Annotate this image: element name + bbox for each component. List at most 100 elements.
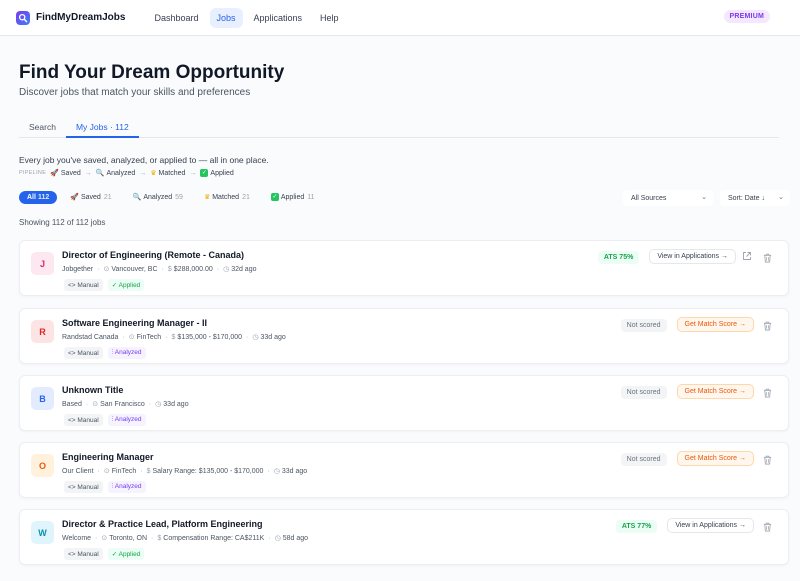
job-title[interactable]: Unknown Title <box>62 385 123 395</box>
premium-badge[interactable]: PREMIUM <box>723 10 770 23</box>
ats-score-badge: ATS 75% <box>597 251 640 264</box>
meta-separator: · <box>95 534 98 542</box>
meta-separator: · <box>161 265 164 273</box>
job-tags: <> Manual ⫶ Analyzed <box>64 347 151 359</box>
get-match-score-button[interactable]: Get Match Score → <box>676 317 754 332</box>
meta-value: FinTech <box>111 467 137 475</box>
job-card[interactable]: J Director of Engineering (Remote - Canad… <box>19 240 789 296</box>
meta-separator: · <box>268 534 271 542</box>
job-title[interactable]: Engineering Manager <box>62 452 154 462</box>
pipeline-step-analyzed: Analyzed <box>106 169 136 177</box>
pipeline-step-matched: Matched <box>158 169 186 177</box>
trash-icon[interactable] <box>763 455 772 465</box>
filter-matched[interactable]: ♛ Matched 21 <box>196 190 258 204</box>
job-title[interactable]: Director & Practice Lead, Platform Engin… <box>62 519 263 529</box>
my-jobs-description: Every job you've saved, analyzed, or app… <box>19 155 269 165</box>
location-icon: ⊙ <box>101 535 108 542</box>
clock-icon: ◷ <box>274 535 281 542</box>
location-icon: ⊙ <box>103 468 110 475</box>
tab-search[interactable]: Search <box>19 118 66 138</box>
check-icon: ✓ <box>200 169 209 177</box>
trash-icon[interactable] <box>763 522 772 532</box>
job-tags: <> Manual ⫶ Analyzed <box>64 414 151 426</box>
meta-separator: · <box>140 467 143 475</box>
meta-separator: · <box>246 333 249 341</box>
filter-applied[interactable]: ✓ Applied 11 <box>263 190 323 204</box>
nav-help[interactable]: Help <box>313 8 346 28</box>
tag-manual: <> Manual <box>64 548 103 560</box>
nav-dashboard[interactable]: Dashboard <box>147 8 205 28</box>
meta-value: San Francisco <box>100 400 145 408</box>
clock-icon: ◷ <box>223 266 230 273</box>
meta-value: Toronto, ON <box>109 534 148 542</box>
not-scored-badge: Not scored <box>620 453 667 466</box>
job-title[interactable]: Software Engineering Manager - II <box>62 318 207 328</box>
chevron-down-icon: ⌄ <box>778 194 784 201</box>
filter-count: 59 <box>175 193 183 201</box>
meta-separator: · <box>267 467 270 475</box>
meta-separator: · <box>216 265 220 273</box>
meta-value: 33d ago <box>260 333 286 341</box>
tab-my-jobs[interactable]: My Jobs · 112 <box>65 118 139 138</box>
filter-analyzed[interactable]: 🔍 Analyzed 59 <box>125 190 191 204</box>
not-scored-badge: Not scored <box>620 319 667 332</box>
magnifier-icon: 🔍 <box>95 170 105 177</box>
clock-icon: ◷ <box>273 468 280 475</box>
filter-label: All <box>27 193 36 201</box>
job-meta: Randstad Canada · ⊙ FinTech · $ $135,000 - $17… <box>62 333 286 342</box>
job-card[interactable]: B Unknown Title Based · ⊙ San Francisco · ◷ 33d … <box>19 375 789 431</box>
meta-separator: · <box>97 467 100 475</box>
meta-value: 33d ago <box>281 467 308 475</box>
job-title[interactable]: Director of Engineering (Remote - Canada… <box>62 250 244 260</box>
job-tags: <> Manual ✓ Applied <box>64 548 149 560</box>
status-filters: All 112 🚀 Saved 21 🔍 Analyzed 59 ♛ Matched 2… <box>19 190 328 204</box>
ats-score-badge: ATS 77% <box>615 520 658 533</box>
tag-analyzed: ⫶ Analyzed <box>107 481 146 493</box>
filter-saved[interactable]: 🚀 Saved 21 <box>62 190 119 204</box>
company-avatar: B <box>31 387 54 410</box>
nav-jobs[interactable]: Jobs <box>209 7 243 28</box>
external-link-icon[interactable] <box>742 251 752 261</box>
meta-value: $135,000 - $170,000 <box>177 333 243 341</box>
source-select[interactable]: All Sources ⌄ <box>623 190 713 206</box>
job-meta: Based · ⊙ San Francisco · ◷ 33d ago <box>62 400 189 409</box>
trash-icon[interactable] <box>763 388 772 398</box>
location-icon: ⊙ <box>92 401 99 408</box>
company-avatar: J <box>31 252 54 275</box>
source-select-value: All Sources <box>631 194 667 202</box>
sort-select[interactable]: Sort: Date ↓ ⌄ <box>720 190 790 206</box>
meta-value: FinTech <box>136 333 162 341</box>
view-in-applications-button[interactable]: View in Applications → <box>667 518 754 533</box>
location-icon: ⊙ <box>128 334 135 341</box>
pipeline-label: PIPELINE <box>19 170 47 176</box>
company-avatar: R <box>31 320 54 343</box>
job-card[interactable]: R Software Engineering Manager - II Randst… <box>19 308 789 364</box>
location-icon: ⊙ <box>103 266 110 273</box>
get-match-score-button[interactable]: Get Match Score → <box>676 451 754 466</box>
clock-icon: ◷ <box>155 401 162 408</box>
dollar-icon: $ <box>171 333 176 341</box>
get-match-score-button[interactable]: Get Match Score → <box>676 384 754 399</box>
brand-name[interactable]: FindMyDreamJobs <box>36 12 125 23</box>
arrow-right-icon: → <box>84 169 92 177</box>
meta-value: 58d ago <box>282 534 309 542</box>
meta-value: $288,000.00 <box>173 265 213 273</box>
view-in-applications-button[interactable]: View in Applications → <box>649 249 736 264</box>
tag-manual: <> Manual <box>64 414 103 426</box>
job-card[interactable]: W Director & Practice Lead, Platform Engi… <box>19 509 789 565</box>
crown-icon: ♛ <box>203 194 211 201</box>
tag-applied: ✓ Applied <box>107 279 145 291</box>
company-name: Our Client <box>62 467 94 475</box>
filter-all[interactable]: All 112 <box>19 190 58 204</box>
trash-icon[interactable] <box>763 321 772 331</box>
job-tags: <> Manual ✓ Applied <box>64 279 149 291</box>
trash-icon[interactable] <box>763 253 772 263</box>
company-name: Welcome <box>62 534 92 542</box>
job-card[interactable]: O Engineering Manager Our Client · ⊙ FinTech ·… <box>19 442 789 498</box>
results-count: Showing 112 of 112 jobs <box>19 218 106 227</box>
nav-applications[interactable]: Applications <box>247 8 310 28</box>
tag-manual: <> Manual <box>64 279 103 291</box>
logo-icon[interactable] <box>16 10 30 25</box>
meta-separator: · <box>85 400 89 408</box>
tag-applied: ✓ Applied <box>107 548 145 560</box>
